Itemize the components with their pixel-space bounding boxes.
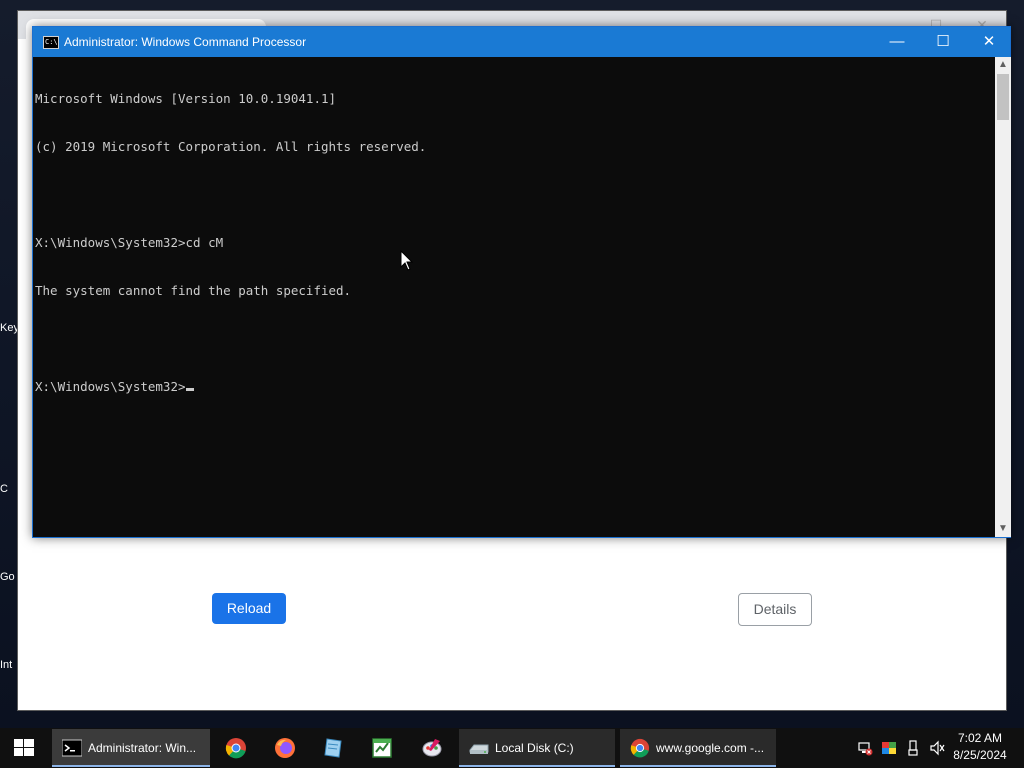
scrollbar-thumb[interactable]: [997, 74, 1009, 120]
scroll-down-arrow-icon[interactable]: ▼: [995, 521, 1011, 537]
desktop-icon-label-2[interactable]: C: [0, 483, 18, 495]
desktop-icon-label-3[interactable]: Go: [0, 571, 18, 583]
drive-icon: [469, 744, 489, 754]
console-prompt: X:\Windows\System32>: [35, 379, 186, 394]
minimize-button[interactable]: —: [874, 27, 920, 57]
details-button[interactable]: Details: [738, 593, 812, 626]
text-cursor: [185, 388, 194, 391]
taskbar-item-cmd[interactable]: Administrator: Win...: [52, 729, 210, 767]
cmd-icon[interactable]: C:\: [43, 36, 59, 49]
firefox-icon[interactable]: [274, 737, 296, 759]
scroll-up-arrow-icon[interactable]: ▲: [995, 57, 1011, 73]
taskbar-item-chrome[interactable]: www.google.com -...: [620, 729, 776, 767]
network-disconnected-icon[interactable]: [857, 740, 873, 756]
usb-device-icon[interactable]: [905, 740, 921, 756]
paint-icon[interactable]: [421, 737, 443, 759]
reload-button[interactable]: Reload: [212, 593, 286, 624]
vertical-scrollbar[interactable]: ▲ ▼: [995, 57, 1011, 537]
display-settings-icon[interactable]: [881, 740, 897, 756]
desktop-icon-label-4[interactable]: Int: [0, 659, 18, 671]
clock-time: 7:02 AM: [957, 731, 1003, 745]
console-output[interactable]: Microsoft Windows [Version 10.0.19041.1]…: [33, 57, 995, 537]
start-button[interactable]: [0, 728, 48, 768]
notepad-icon[interactable]: [322, 737, 344, 759]
cmd-icon: [62, 739, 82, 757]
chrome-icon: [630, 738, 650, 758]
system-clock[interactable]: 7:02 AM 8/25/2024: [950, 730, 1010, 766]
console-prompt-line[interactable]: X:\Windows\System32>: [35, 379, 995, 395]
speaker-muted-icon[interactable]: [929, 740, 945, 756]
desktop-icon-label-1[interactable]: Key: [0, 322, 18, 334]
cmd-titlebar[interactable]: C:\ Administrator: Windows Command Proce…: [33, 27, 1010, 57]
taskbar: Administrator: Win... Local Disk (C:) ww…: [0, 728, 1024, 768]
console-line: The system cannot find the path specifie…: [35, 283, 352, 298]
console-line: X:\Windows\System32>cd cM: [35, 235, 224, 250]
maximize-button[interactable]: ☐: [920, 27, 966, 57]
clock-date: 8/25/2024: [953, 748, 1007, 762]
spreadsheet-icon[interactable]: [371, 737, 393, 759]
mouse-pointer-icon: [400, 250, 414, 271]
console-line: (c) 2019 Microsoft Corporation. All righ…: [35, 139, 427, 154]
taskbar-item-label: Local Disk (C:): [495, 741, 574, 755]
chrome-icon[interactable]: [225, 737, 247, 759]
window-title: Administrator: Windows Command Processor: [64, 35, 307, 49]
cmd-window: C:\ Administrator: Windows Command Proce…: [32, 26, 1011, 538]
taskbar-item-local-disk[interactable]: Local Disk (C:): [459, 729, 615, 767]
taskbar-item-label: www.google.com -...: [656, 741, 765, 755]
console-line: Microsoft Windows [Version 10.0.19041.1]: [35, 91, 337, 106]
taskbar-item-label: Administrator: Win...: [88, 741, 197, 755]
windows-logo-icon: [14, 739, 34, 756]
close-button[interactable]: ✕: [966, 27, 1012, 57]
